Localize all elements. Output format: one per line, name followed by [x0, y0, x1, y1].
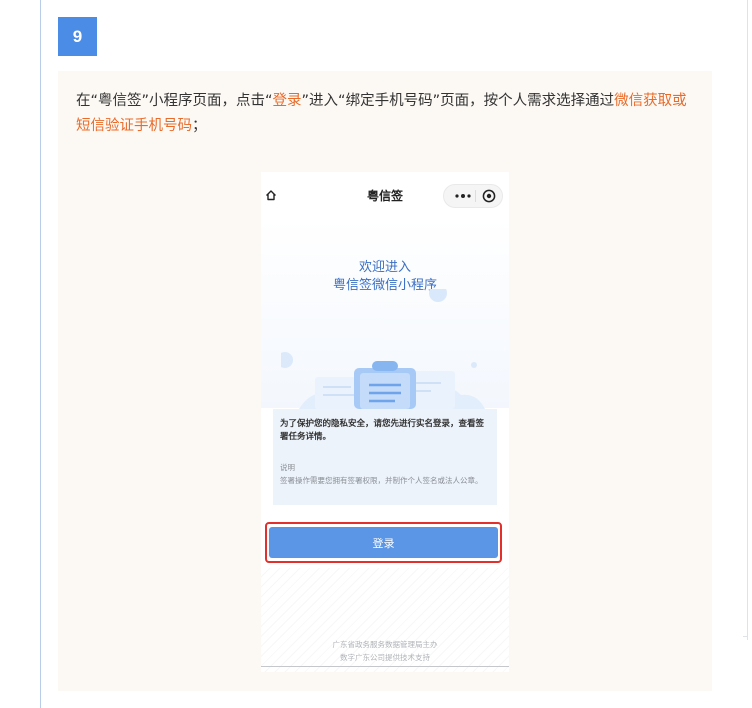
welcome-line-1: 欢迎进入 — [358, 260, 411, 275]
target-icon[interactable] — [482, 189, 496, 203]
footer-line-2: 数字广东公司提供技术支持 — [340, 653, 430, 662]
phone-screenshot: 粤信签 欢迎进入 粤信签微信小程序 为了保护您的隐私安全，请您先进行实名登录，查… — [261, 172, 509, 672]
notice-main-text: 为了保护您的隐私安全，请您先进行实名登录，查看签署任务详情。 — [280, 419, 485, 442]
right-border — [747, 0, 748, 640]
instruction-part-3: ； — [192, 118, 207, 134]
mini-program-nav-bar: 粤信签 — [261, 172, 509, 218]
notice-sub-text: 签署操作需要您拥有签署权限，并制作个人签名或法人公章。 — [280, 476, 483, 485]
footer-line-1: 广东省政务服务数据管理局主办 — [332, 640, 438, 649]
login-button[interactable]: 登录 — [269, 527, 498, 558]
clipboard-illustration — [281, 289, 485, 409]
right-border-end — [743, 636, 748, 637]
instruction-text: 在“粤信签”小程序页面，点击“登录”进入“绑定手机号码”页面，按个人需求选择通过… — [76, 89, 701, 139]
left-border — [40, 0, 41, 708]
step-number-badge: 9 — [58, 17, 97, 56]
capsule-divider — [475, 190, 476, 202]
login-highlight: 登录 — [272, 93, 302, 109]
instruction-part-1: 在“粤信签”小程序页面，点击“ — [76, 93, 273, 109]
notice-sub-title: 说明 — [280, 463, 295, 472]
instruction-part-2: ”进入“绑定手机号码”页面，按个人需求选择通过 — [301, 93, 615, 109]
more-icon[interactable] — [454, 194, 472, 198]
phone-bottom-edge — [261, 666, 509, 667]
step-panel: 在“粤信签”小程序页面，点击“登录”进入“绑定手机号码”页面，按个人需求选择通过… — [58, 71, 712, 691]
privacy-notice: 为了保护您的隐私安全，请您先进行实名登录，查看签署任务详情。 说明 签署操作需要… — [273, 409, 497, 505]
